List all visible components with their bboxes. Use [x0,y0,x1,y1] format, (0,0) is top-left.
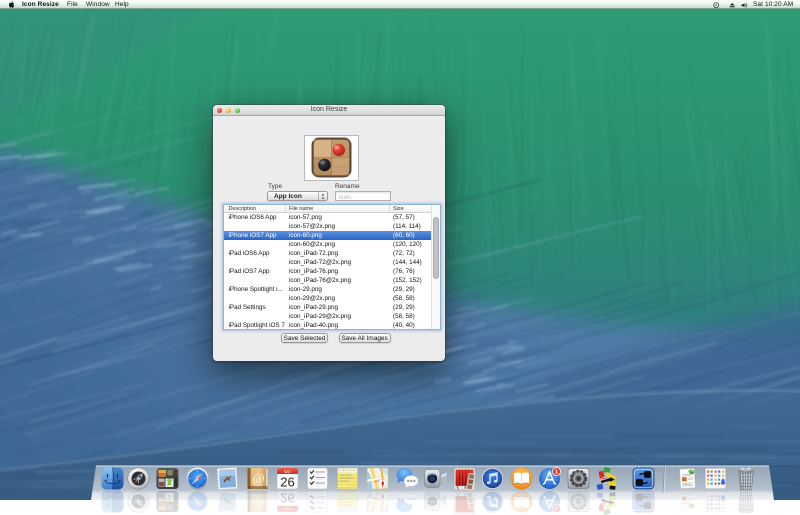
svg-text:26: 26 [280,475,294,490]
svg-text:SAT: SAT [284,469,292,474]
svg-text:@: @ [252,494,265,509]
svg-text:SAT: SAT [284,506,292,511]
svg-text:26: 26 [280,491,294,506]
svg-text:@: @ [252,471,265,486]
svg-text:1: 1 [554,505,557,511]
svg-text:1: 1 [554,469,557,475]
